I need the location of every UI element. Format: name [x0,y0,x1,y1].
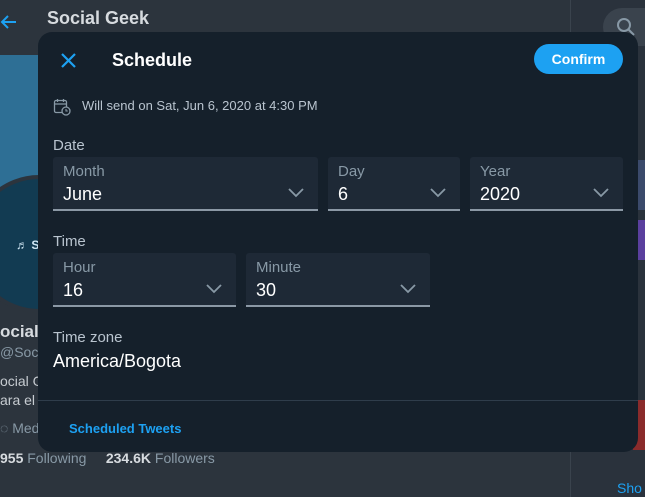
year-value: 2020 [480,184,521,204]
profile-meta: ◌ Med [0,420,40,436]
profile-bio-line: ara el [0,392,36,408]
day-label: Day [338,163,365,180]
minute-select[interactable]: Minute 30 [246,253,430,307]
avatar-text: ♬ S [16,238,40,252]
back-arrow-icon[interactable] [0,12,18,32]
chevron-down-icon [400,284,416,294]
schedule-summary: Will send on Sat, Jun 6, 2020 at 4:30 PM [82,98,318,113]
minute-value: 30 [256,280,277,300]
profile-header-title: Social Geek [47,8,150,28]
hour-select[interactable]: Hour 16 [53,253,236,307]
followers-label[interactable]: Followers [155,450,215,466]
followers-count[interactable]: 234.6K [106,450,151,466]
month-value: June [63,184,103,204]
minute-label: Minute [256,259,302,276]
profile-name: ocial [0,322,39,341]
chevron-down-icon [430,188,446,198]
scheduled-tweets-link[interactable]: Scheduled Tweets [69,421,181,436]
day-select[interactable]: Day 6 [328,157,460,211]
modal-title: Schedule [112,50,193,70]
day-value: 6 [338,184,349,204]
timezone-value: America/Bogota [53,351,182,371]
timezone-label: Time zone [53,329,123,346]
profile-stats: 955 Following 234.6K Followers [0,450,215,466]
year-select[interactable]: Year 2020 [470,157,623,211]
close-button[interactable] [56,48,82,74]
chevron-down-icon [593,188,609,198]
hour-label: Hour [63,259,96,276]
year-label: Year [480,163,511,180]
time-section-label: Time [53,233,86,250]
following-count[interactable]: 955 [0,450,23,466]
chevron-down-icon [206,284,222,294]
month-label: Month [63,163,105,180]
month-select[interactable]: Month June [53,157,318,211]
date-section-label: Date [53,137,85,154]
following-label[interactable]: Following [27,450,86,466]
chevron-down-icon [288,188,304,198]
hour-value: 16 [63,280,84,300]
divider [38,400,638,401]
close-icon [61,53,76,68]
show-more-link[interactable]: Sho [617,480,642,496]
confirm-button[interactable]: Confirm [534,44,623,74]
schedule-modal: Schedule Confirm Will send on Sat, Jun 6… [38,32,638,452]
calendar-clock-icon [53,98,71,116]
